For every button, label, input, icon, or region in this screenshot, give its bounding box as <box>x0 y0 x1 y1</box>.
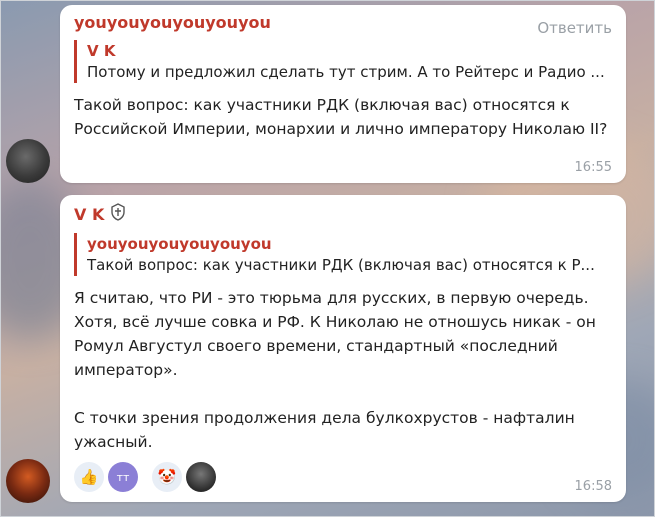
reply-quote[interactable]: V K Потому и предложил сделать тут стрим… <box>74 40 612 83</box>
message-bubble: V K youyouyouyouyouyou Такой вопрос: как… <box>60 195 626 502</box>
reactions-bar: 👍 тт 🤡 <box>74 462 612 492</box>
reaction-avatar[interactable] <box>186 462 216 492</box>
shield-icon <box>110 203 126 225</box>
quote-author: youyouyouyouyouyou <box>87 235 272 253</box>
quote-text: Потому и предложил сделать тут стрим. А … <box>87 63 605 81</box>
message-text: Такой вопрос: как участники РДК (включая… <box>74 96 608 138</box>
message-text: Я считаю, что РИ - это тюрьма для русски… <box>74 289 596 451</box>
reply-button[interactable]: Ответить <box>537 19 612 37</box>
quote-text: Такой вопрос: как участники РДК (включая… <box>87 256 595 274</box>
avatar[interactable] <box>6 139 50 183</box>
sender-name[interactable]: youyouyouyouyouyou <box>74 13 612 32</box>
sender-name[interactable]: V K <box>74 205 104 224</box>
reply-quote[interactable]: youyouyouyouyouyou Такой вопрос: как уча… <box>74 233 612 276</box>
message-time: 16:58 <box>574 479 612 494</box>
quote-author: V K <box>87 42 116 60</box>
thumbs-up-icon[interactable]: 👍 <box>74 462 104 492</box>
avatar[interactable] <box>6 459 50 503</box>
clown-face-icon[interactable]: 🤡 <box>152 462 182 492</box>
reaction-avatar[interactable]: тт <box>108 462 138 492</box>
message-bubble: youyouyouyouyouyou Ответить V K Потому и… <box>60 5 626 183</box>
message-time: 16:55 <box>574 160 612 175</box>
